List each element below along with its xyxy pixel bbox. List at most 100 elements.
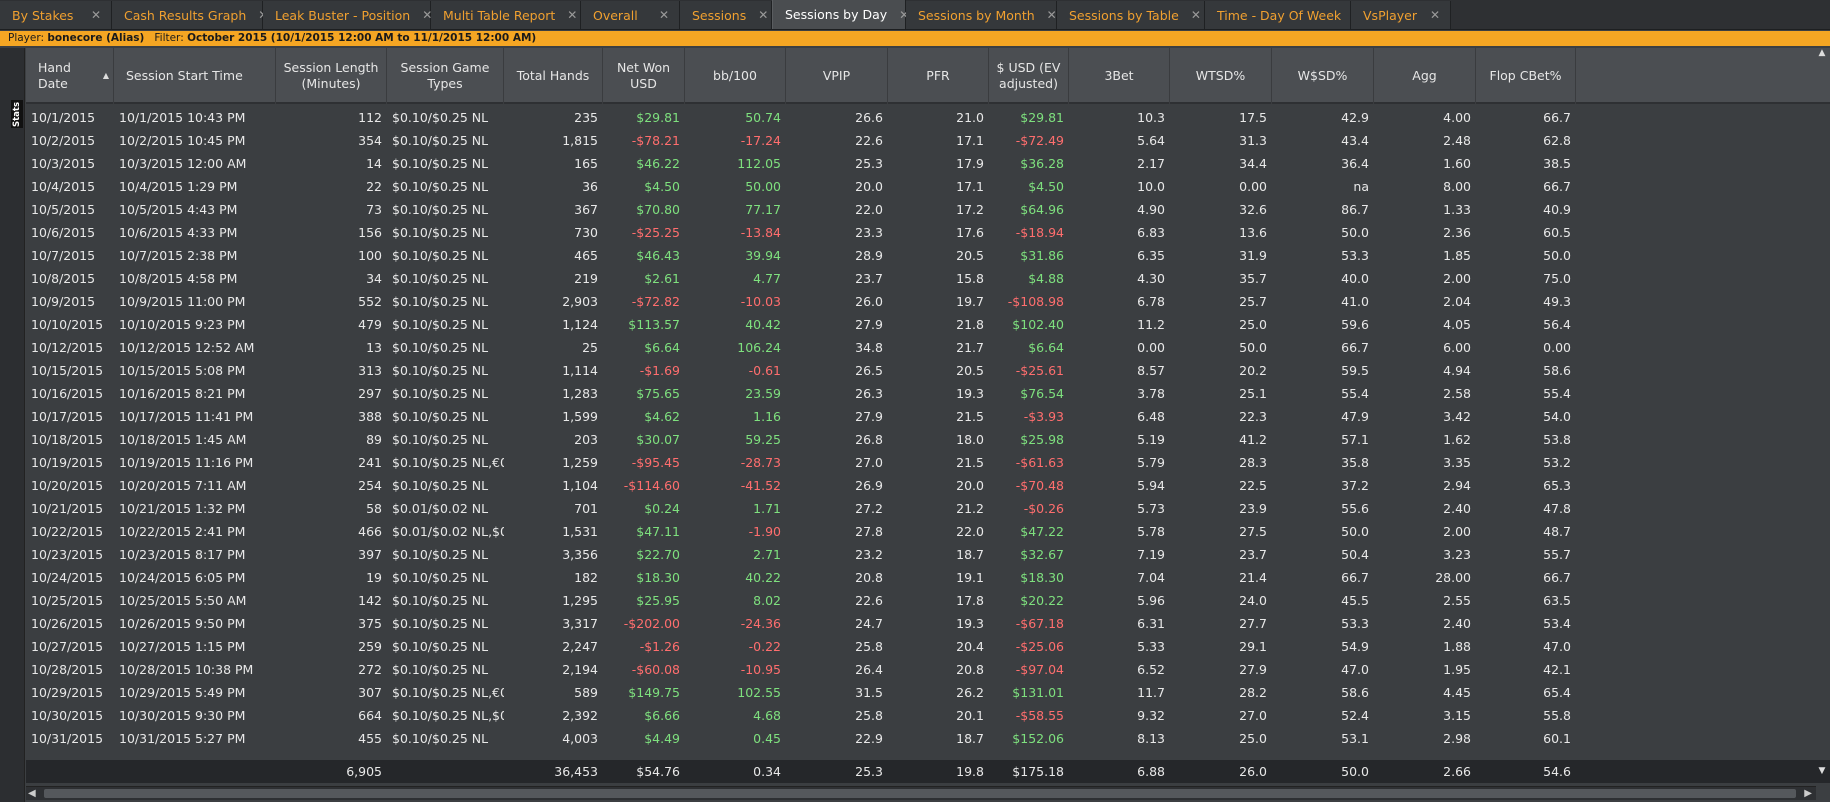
tab-cash-results-graph[interactable]: Cash Results Graph✕	[112, 1, 268, 29]
table-row[interactable]: 10/17/2015 10/17/2015 11:41 PM 388 $0.10/$0…	[26, 405, 1830, 428]
table-row[interactable]: 10/22/2015 10/22/2015 2:41 PM 466 $0.01/$0.…	[26, 520, 1830, 543]
tab-multi-table-report[interactable]: Multi Table Report ✕	[431, 1, 581, 29]
table-cell: 22.6	[855, 593, 883, 608]
table-cell: 55.4	[1543, 386, 1571, 401]
table-row[interactable]: 10/20/2015 10/20/2015 7:11 AM 254 $0.10/$0.…	[26, 474, 1830, 497]
column-header-net-won-usd[interactable]: Net Won USD	[603, 48, 685, 104]
tab-vsplayer[interactable]: VsPlayer ✕	[1351, 1, 1451, 29]
horizontal-scroll-thumb[interactable]	[44, 789, 1796, 798]
totals-cell: 0.34	[753, 764, 781, 779]
column-header-label: Agg	[1412, 68, 1437, 83]
table-cell: 47.9	[1341, 409, 1369, 424]
close-icon[interactable]: ✕	[659, 8, 669, 22]
table-row[interactable]: 10/21/2015 10/21/2015 1:32 PM 58 $0.01/$0.0…	[26, 497, 1830, 520]
table-row[interactable]: 10/27/2015 10/27/2015 1:15 PM 259 $0.10/$0.…	[26, 635, 1830, 658]
column-header-session-length-minutes[interactable]: Session Length (Minutes)	[276, 48, 387, 104]
table-row[interactable]: 10/9/2015 10/9/2015 11:00 PM 552 $0.10/$0.2…	[26, 290, 1830, 313]
table-row[interactable]: 10/2/2015 10/2/2015 10:45 PM 354 $0.10/$0.2…	[26, 129, 1830, 152]
table-cell: 1,531	[562, 524, 598, 539]
table-cell: $152.06	[1012, 731, 1064, 746]
table-cell: 4.94	[1443, 363, 1471, 378]
table-row[interactable]: 10/19/2015 10/19/2015 11:16 PM 241 $0.10/$0…	[26, 451, 1830, 474]
table-row[interactable]: 10/16/2015 10/16/2015 8:21 PM 297 $0.10/$0.…	[26, 382, 1830, 405]
scroll-down-arrow-icon[interactable]: ▼	[1816, 766, 1828, 778]
tab-sessions-by-day[interactable]: Sessions by Day ✕	[772, 0, 909, 29]
table-row[interactable]: 10/31/2015 10/31/2015 5:27 PM 455 $0.10/$0.…	[26, 727, 1830, 750]
table-row[interactable]: 10/7/2015 10/7/2015 2:38 PM 100 $0.10/$0.25…	[26, 244, 1830, 267]
table-cell: 182	[574, 570, 598, 585]
table-row[interactable]: 10/4/2015 10/4/2015 1:29 PM 22 $0.10/$0.25 …	[26, 175, 1830, 198]
tab-sessions-by-table[interactable]: Sessions by Table ✕	[1057, 1, 1205, 29]
tab-overall[interactable]: Overall ✕	[581, 1, 680, 29]
close-icon[interactable]: ✕	[567, 8, 577, 22]
column-header-agg[interactable]: Agg	[1374, 48, 1476, 104]
table-cell: $76.54	[1020, 386, 1064, 401]
table-cell: 22.0	[855, 202, 883, 217]
table-row[interactable]: 10/18/2015 10/18/2015 1:45 AM 89 $0.10/$0.2…	[26, 428, 1830, 451]
tab-by-stakes[interactable]: By Stakes ✕	[0, 1, 112, 29]
table-row[interactable]: 10/1/2015 10/1/2015 10:43 PM 112 $0.10/$0.2…	[26, 106, 1830, 129]
table-cell: 48.7	[1543, 524, 1571, 539]
table-cell: 4.30	[1137, 271, 1165, 286]
table-cell: 10/23/2015	[31, 547, 104, 562]
table-row[interactable]: 10/5/2015 10/5/2015 4:43 PM 73 $0.10/$0.25 …	[26, 198, 1830, 221]
table-cell: -$61.63	[1015, 455, 1064, 470]
table-row[interactable]: 10/28/2015 10/28/2015 10:38 PM 272 $0.10/$0…	[26, 658, 1830, 681]
column-header-wtsd[interactable]: WTSD%	[1170, 48, 1272, 104]
table-row[interactable]: 10/8/2015 10/8/2015 4:58 PM 34 $0.10/$0.25 …	[26, 267, 1830, 290]
close-icon[interactable]: ✕	[91, 8, 101, 22]
column-header-flop-cbet[interactable]: Flop CBet%	[1476, 48, 1576, 104]
table-cell: -$95.45	[631, 455, 680, 470]
table-cell: 10/31/2015 5:27 PM	[119, 731, 246, 746]
table-cell: 4.90	[1137, 202, 1165, 217]
table-cell: 10/29/2015 5:49 PM	[119, 685, 246, 700]
table-row[interactable]: 10/29/2015 10/29/2015 5:49 PM 307 $0.10/$0.…	[26, 681, 1830, 704]
column-header-hand-date[interactable]: Hand Date ▲	[26, 48, 114, 104]
column-header-3bet[interactable]: 3Bet	[1069, 48, 1170, 104]
table-cell: 397	[358, 547, 382, 562]
table-cell: 20.8	[956, 662, 984, 677]
table-row[interactable]: 10/12/2015 10/12/2015 12:52 AM 13 $0.10/$0.…	[26, 336, 1830, 359]
tab-leak-buster-position[interactable]: Leak Buster - Position ✕	[263, 1, 432, 29]
table-cell: $22.70	[636, 547, 680, 562]
close-icon[interactable]: ✕	[1430, 8, 1440, 22]
table-row[interactable]: 10/24/2015 10/24/2015 6:05 PM 19 $0.10/$0.2…	[26, 566, 1830, 589]
table-cell: 0.00	[1137, 340, 1165, 355]
table-row[interactable]: 10/30/2015 10/30/2015 9:30 PM 664 $0.10/$0.…	[26, 704, 1830, 727]
stats-button[interactable]: Stats	[11, 100, 23, 128]
column-header-w-sd[interactable]: W$SD%	[1272, 48, 1374, 104]
horizontal-scrollbar[interactable]: ◀ ▶	[26, 786, 1816, 800]
table-cell: 10/21/2015 1:32 PM	[119, 501, 246, 516]
table-cell: $0.10/$0.25 NL	[392, 478, 489, 493]
tab-time-day-of-week[interactable]: Time - Day Of Week✕	[1205, 1, 1363, 29]
table-row[interactable]: 10/6/2015 10/6/2015 4:33 PM 156 $0.10/$0.25…	[26, 221, 1830, 244]
table-cell: -$202.00	[623, 616, 680, 631]
table-row[interactable]: 10/26/2015 10/26/2015 9:50 PM 375 $0.10/$0.…	[26, 612, 1830, 635]
table-cell: 2.17	[1137, 156, 1165, 171]
column-header-total-hands[interactable]: Total Hands	[504, 48, 603, 104]
table-cell: -10.95	[740, 662, 781, 677]
table-row[interactable]: 10/25/2015 10/25/2015 5:50 AM 142 $0.10/$0.…	[26, 589, 1830, 612]
column-header-pfr[interactable]: PFR	[888, 48, 989, 104]
table-cell: 3.35	[1443, 455, 1471, 470]
table-row[interactable]: 10/3/2015 10/3/2015 12:00 AM 14 $0.10/$0.25…	[26, 152, 1830, 175]
table-row[interactable]: 10/10/2015 10/10/2015 9:23 PM 479 $0.10/$0.…	[26, 313, 1830, 336]
tab-sessions[interactable]: Sessions ✕	[680, 1, 772, 29]
table-row[interactable]: 10/23/2015 10/23/2015 8:17 PM 397 $0.10/$0.…	[26, 543, 1830, 566]
tab-sessions-by-month[interactable]: Sessions by Month ✕	[906, 1, 1057, 29]
column-header-session-start-time[interactable]: Session Start Time	[114, 48, 276, 104]
close-icon[interactable]: ✕	[1047, 8, 1057, 22]
column-header-session-game-types[interactable]: Session Game Types	[387, 48, 504, 104]
scroll-right-arrow-icon[interactable]: ▶	[1804, 787, 1812, 800]
table-cell: -$72.82	[631, 294, 680, 309]
close-icon[interactable]: ✕	[1191, 8, 1201, 22]
scroll-up-arrow-icon[interactable]: ▲	[1816, 48, 1828, 60]
table-row[interactable]: 10/15/2015 10/15/2015 5:08 PM 313 $0.10/$0.…	[26, 359, 1830, 382]
scroll-left-arrow-icon[interactable]: ◀	[28, 787, 36, 800]
column-header-vpip[interactable]: VPIP	[786, 48, 888, 104]
close-icon[interactable]: ✕	[758, 8, 768, 22]
column-header-bb-100[interactable]: bb/100	[685, 48, 786, 104]
column-header-usd-ev-adjusted[interactable]: $ USD (EV adjusted)	[989, 48, 1069, 104]
table-cell: $32.67	[1020, 547, 1064, 562]
table-cell: 59.5	[1341, 363, 1369, 378]
